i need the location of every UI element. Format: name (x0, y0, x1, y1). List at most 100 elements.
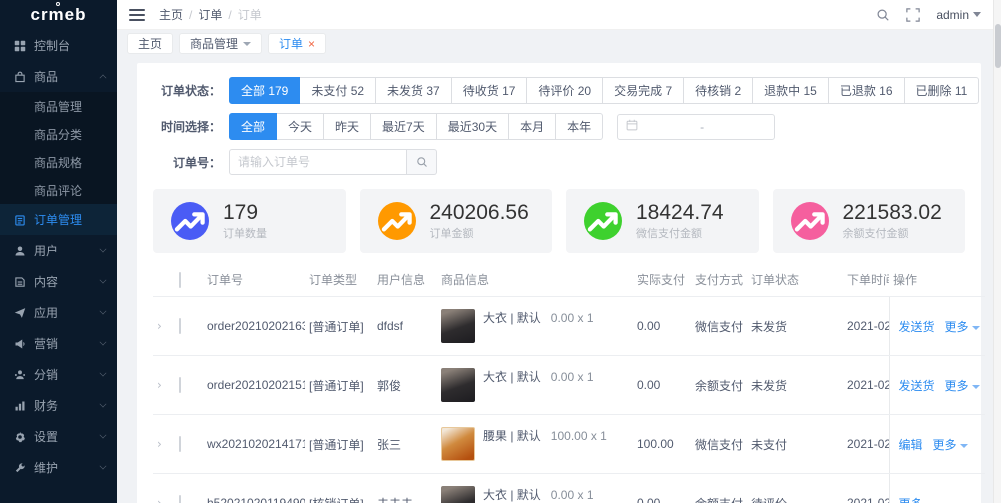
ship-link[interactable]: 发送货 (899, 320, 935, 334)
breadcrumb-order[interactable]: 订单 (198, 6, 222, 23)
sidebar-item-label: 营销 (34, 335, 99, 352)
col-header-2: 用户信息 (373, 263, 437, 297)
user-menu[interactable]: admin (936, 8, 981, 22)
sidebar-item-4[interactable]: 内容 (0, 266, 117, 297)
order-type-cell: [普通订单] (305, 356, 373, 415)
status-filter-9[interactable]: 已删除 11 (905, 77, 980, 104)
row-checkbox[interactable] (179, 377, 181, 393)
expand-row-icon[interactable]: › (157, 378, 162, 392)
vertical-scrollbar[interactable] (993, 0, 1001, 503)
row-checkbox[interactable] (179, 436, 181, 452)
row-checkbox[interactable] (179, 495, 181, 503)
fullscreen-icon[interactable] (906, 8, 920, 22)
status-filter-1[interactable]: 未支付 52 (300, 77, 376, 104)
expand-row-icon[interactable]: › (157, 496, 162, 503)
chevron-down-icon (972, 326, 980, 330)
sidebar-item-6[interactable]: 营销 (0, 328, 117, 359)
more-dropdown[interactable]: 更多 (945, 320, 980, 334)
expand-row-icon[interactable]: › (157, 319, 162, 333)
user-cell: dfdsf (373, 297, 437, 356)
time-filter-4[interactable]: 最近30天 (437, 113, 509, 140)
time-filter-1[interactable]: 今天 (277, 113, 324, 140)
close-icon[interactable]: × (308, 38, 315, 50)
status-filter-6[interactable]: 待核销 2 (684, 77, 753, 104)
status-filter-5[interactable]: 交易完成 7 (603, 77, 684, 104)
sidebar-item-label: 分销 (34, 366, 99, 383)
sidebar-item-2[interactable]: 订单管理 (0, 204, 117, 235)
order-no-input[interactable] (229, 149, 407, 175)
status-filter-7[interactable]: 退款中 15 (753, 77, 829, 104)
brand-logo[interactable]: crmeb (0, 0, 117, 30)
settings-icon (13, 430, 27, 444)
stat-card-1: 240206.56订单金额 (360, 189, 553, 253)
time-filter-3[interactable]: 最近7天 (371, 113, 437, 140)
order-status-cell: 未支付 (747, 415, 843, 474)
stat-label: 微信支付金额 (636, 225, 724, 241)
tab-0[interactable]: 主页 (127, 33, 173, 54)
status-filter-2[interactable]: 未发货 37 (376, 77, 452, 104)
sidebar-subitem[interactable]: 商品规格 (0, 148, 117, 176)
chevron-down-icon (973, 12, 981, 17)
status-filter-label: 订单状态： (153, 82, 221, 99)
sidebar-item-1[interactable]: 商品 (0, 61, 117, 92)
search-icon[interactable] (876, 8, 890, 22)
order-search-button[interactable] (407, 149, 437, 175)
distribution-icon (13, 368, 27, 382)
expand-row-icon[interactable]: › (157, 437, 162, 451)
sidebar-item-0[interactable]: 控制台 (0, 30, 117, 61)
product-cell: 大衣 | 默认0.00 x 1 (437, 356, 633, 415)
order-panel: 订单状态： 全部 179未支付 52未发货 37待收货 17待评价 20交易完成… (137, 63, 981, 503)
sidebar-subitem[interactable]: 商品管理 (0, 92, 117, 120)
more-dropdown[interactable]: 更多 (945, 379, 980, 393)
sidebar-item-9[interactable]: 设置 (0, 421, 117, 452)
stat-text: 240206.56订单金额 (430, 201, 529, 241)
sidebar-item-3[interactable]: 用户 (0, 235, 117, 266)
paid-cell: 0.00 (633, 356, 691, 415)
sidebar-item-label: 应用 (34, 304, 99, 321)
product-image (441, 427, 475, 461)
tab-2[interactable]: 订单× (268, 33, 326, 54)
select-all-checkbox[interactable] (179, 272, 181, 288)
expand-cell: › (153, 356, 175, 415)
col-header-8: 操作 (889, 263, 985, 297)
stats-row: 179订单数量240206.56订单金额18424.74微信支付金额221583… (153, 189, 965, 253)
sidebar-item-5[interactable]: 应用 (0, 297, 117, 328)
ship-link[interactable]: 发送货 (899, 379, 935, 393)
more-dropdown[interactable]: 更多 (899, 497, 934, 503)
tab-1[interactable]: 商品管理 (179, 33, 262, 54)
collapse-menu-icon[interactable] (129, 9, 145, 21)
product-line: 腰果 | 默认100.00 x 1 (441, 427, 629, 461)
app-icon (13, 306, 27, 320)
logo-ring-icon (56, 2, 60, 6)
sidebar-subitem[interactable]: 商品评论 (0, 176, 117, 204)
time-filter-6[interactable]: 本年 (556, 113, 603, 140)
more-dropdown[interactable]: 更多 (933, 438, 968, 452)
order-icon (13, 213, 27, 227)
sidebar-item-10[interactable]: 维护 (0, 452, 117, 483)
scrollbar-thumb[interactable] (995, 24, 1001, 68)
time-filter-0[interactable]: 全部 (229, 113, 277, 140)
status-filter-8[interactable]: 已退款 16 (829, 77, 905, 104)
edit-link[interactable]: 编辑 (899, 438, 923, 452)
breadcrumb-home[interactable]: 主页 (159, 6, 183, 23)
sidebar-item-7[interactable]: 分销 (0, 359, 117, 390)
checkbox-cell (175, 474, 203, 503)
time-filter-2[interactable]: 昨天 (324, 113, 371, 140)
status-filter-3[interactable]: 待收货 17 (452, 77, 528, 104)
status-filter-4[interactable]: 待评价 20 (527, 77, 603, 104)
table-row: ›order2021020215165989809[普通订单]郭俊大衣 | 默认… (153, 356, 985, 415)
time-filter-5[interactable]: 本月 (509, 113, 556, 140)
sidebar-item-8[interactable]: 财务 (0, 390, 117, 421)
sidebar-subitem[interactable]: 商品分类 (0, 120, 117, 148)
stat-value: 18424.74 (636, 201, 724, 225)
goods-icon (13, 70, 27, 84)
date-range-picker[interactable]: - (617, 114, 775, 140)
col-header-3: 商品信息 (437, 263, 633, 297)
breadcrumb-current: 订单 (238, 6, 262, 23)
order-status-cell: 未发货 (747, 356, 843, 415)
select-all-header (175, 263, 203, 297)
row-checkbox[interactable] (179, 318, 181, 334)
chevron-up-icon (100, 75, 107, 82)
stat-value: 221583.02 (843, 201, 942, 225)
status-filter-0[interactable]: 全部 179 (229, 77, 300, 104)
